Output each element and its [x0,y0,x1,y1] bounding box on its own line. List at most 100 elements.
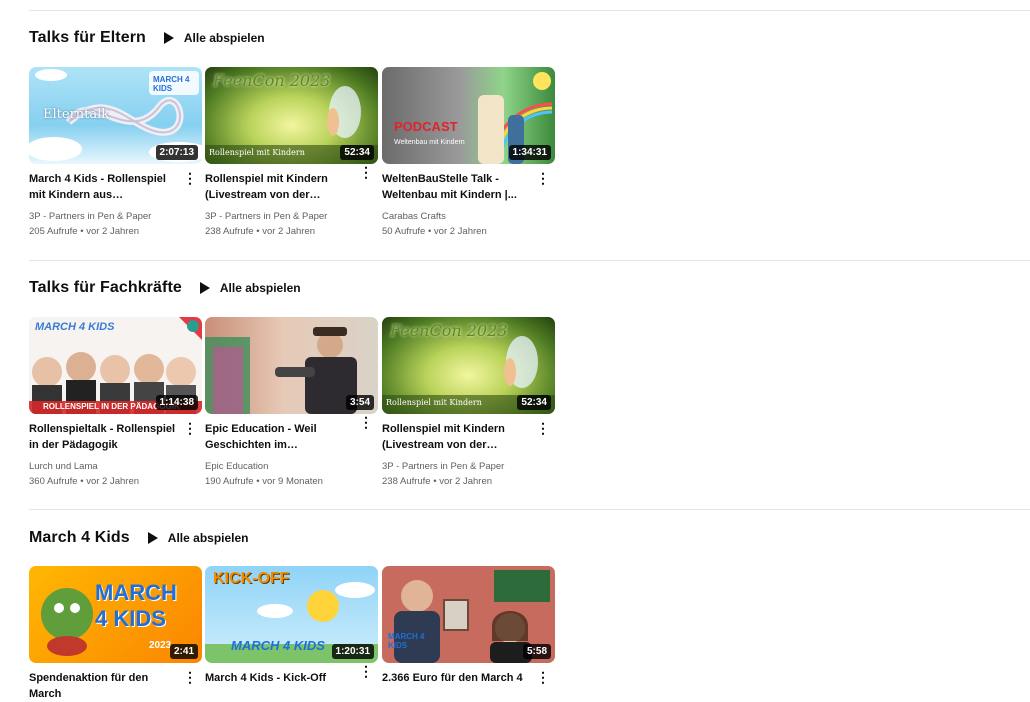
video-card[interactable]: PODCAST Weltenbau mit Kindern 1:34:31 We… [382,67,556,239]
video-title[interactable]: WeltenBauStelle Talk - Weltenbau mit Kin… [382,171,532,203]
view-count: 238 Aufrufe [205,226,254,237]
duration-badge: 2:41 [169,644,198,659]
video-thumbnail[interactable]: MARCH 4 KIDS 5:58 [382,566,555,663]
thumbnail-subcaption: Weltenbau mit Kindern [394,139,465,146]
channel-name[interactable]: Carabas Crafts [382,209,556,224]
video-thumbnail[interactable]: KICK-OFF MARCH 4 KIDS 1:20:31 [205,566,378,663]
duration-badge: 2:07:13 [155,145,198,160]
upload-age: vor 2 Jahren [262,226,316,237]
view-count: 190 Aufrufe [205,476,254,487]
kebab-menu-icon[interactable]: ⋮ [183,421,197,435]
video-thumbnail[interactable]: PODCAST Weltenbau mit Kindern 1:34:31 [382,67,555,164]
video-title[interactable]: March 4 Kids - Kick-Off [205,670,355,702]
video-card[interactable]: MARCH 4 KIDS 2023 2:41 Spendenaktion für… [29,566,203,702]
shelf-title[interactable]: March 4 Kids [29,529,130,547]
section-divider [29,509,1030,510]
play-all-label: Alle abspielen [167,531,249,545]
video-stats: 360 Aufrufe • vor 2 Jahren [29,476,140,487]
play-all-label: Alle abspielen [219,281,301,295]
play-all-button[interactable]: Alle abspielen [147,531,249,545]
kebab-menu-icon[interactable]: ⋮ [359,165,373,179]
video-card[interactable]: Elterntalk MARCH 4 KIDS 2:07:13 March 4 … [29,67,203,239]
video-thumbnail[interactable]: MARCH 4 KIDS 2023 2:41 [29,566,202,663]
kebab-menu-icon[interactable]: ⋮ [183,171,197,185]
kebab-menu-icon[interactable]: ⋮ [183,670,197,684]
video-title[interactable]: 2.366 Euro für den March 4 [382,670,532,702]
play-icon [199,282,210,294]
video-stats: 190 Aufrufe • vor 9 Monaten [205,476,323,487]
video-thumbnail[interactable]: MARCH 4 KIDS ROLLENSPIEL IN DER PÄDAGOGI… [29,317,202,414]
view-count: 205 Aufrufe [29,226,78,237]
thumbnail-logo-text: MARCH 4 KIDS [35,321,115,333]
video-stats: 50 Aufrufe • vor 2 Jahren [382,226,487,237]
play-all-button[interactable]: Alle abspielen [199,281,301,295]
video-stats: 238 Aufrufe • vor 2 Jahren [205,226,316,237]
play-all-button[interactable]: Alle abspielen [163,31,265,45]
thumbnail-logo-text: MARCH 4 KIDS [153,75,190,93]
video-card[interactable]: FeenCon 2023 Rollenspiel mit Kindern 52:… [205,67,379,239]
section-divider [29,10,1030,11]
thumbnail-year: 2023 [149,640,172,651]
kebab-menu-icon[interactable]: ⋮ [536,421,550,435]
channel-name[interactable]: Lurch und Lama [29,459,203,474]
view-count: 50 Aufrufe [382,226,426,237]
view-count: 360 Aufrufe [29,476,78,487]
video-stats: 205 Aufrufe • vor 2 Jahren [29,226,140,237]
video-thumbnail[interactable]: Elterntalk MARCH 4 KIDS 2:07:13 [29,67,202,164]
kebab-menu-icon[interactable]: ⋮ [359,664,373,678]
upload-age: vor 2 Jahren [439,476,493,487]
thumbnail-subcaption: Rollenspiel mit Kindern [209,148,305,157]
duration-badge: 52:34 [517,395,551,410]
kebab-menu-icon[interactable]: ⋮ [536,171,550,185]
thumbnail-logo-text: MARCH 4 KIDS [95,580,177,631]
shelf-header: Talks für Fachkräfte Alle abspielen [29,276,301,300]
video-thumbnail[interactable]: 3:54 [205,317,378,414]
video-card[interactable]: KICK-OFF MARCH 4 KIDS 1:20:31 March 4 Ki… [205,566,379,702]
shelf-title[interactable]: Talks für Fachkräfte [29,279,182,297]
thumbnail-caption: Elterntalk [43,107,110,122]
video-title[interactable]: Spendenaktion für den March [29,670,179,702]
shelf-header: March 4 Kids Alle abspielen [29,526,249,550]
video-card[interactable]: MARCH 4 KIDS 5:58 2.366 Euro für den Mar… [382,566,556,702]
kebab-menu-icon[interactable]: ⋮ [359,415,373,429]
channel-name[interactable]: 3P - Partners in Pen & Paper [382,459,556,474]
duration-badge: 52:34 [340,145,374,160]
thumbnail-caption: KICK-OFF [213,570,290,587]
channel-name[interactable]: Epic Education [205,459,379,474]
thumbnail-caption: PODCAST [394,119,458,134]
video-thumbnail[interactable]: FeenCon 2023 Rollenspiel mit Kindern 52:… [382,317,555,414]
duration-badge: 1:14:38 [155,395,198,410]
channel-name[interactable]: 3P - Partners in Pen & Paper [205,209,379,224]
thumbnail-logo-text: MARCH 4 KIDS [231,638,325,653]
video-card[interactable]: MARCH 4 KIDS ROLLENSPIEL IN DER PÄDAGOGI… [29,317,203,489]
play-icon [147,532,158,544]
video-title[interactable]: Rollenspiel mit Kindern (Livestream von … [382,421,532,453]
video-stats: 238 Aufrufe • vor 2 Jahren [382,476,493,487]
upload-age: vor 9 Monaten [262,476,323,487]
video-title[interactable]: Rollenspiel mit Kindern (Livestream von … [205,171,355,203]
thumbnail-caption: FeenCon 2023 [390,321,508,340]
shelf-title[interactable]: Talks für Eltern [29,29,146,47]
upload-age: vor 2 Jahren [433,226,487,237]
video-title[interactable]: March 4 Kids - Rollenspiel mit Kindern a… [29,171,179,203]
video-card[interactable]: FeenCon 2023 Rollenspiel mit Kindern 52:… [382,317,556,489]
thumbnail-caption: FeenCon 2023 [213,71,331,90]
thumbnail-logo-text: MARCH 4 KIDS [388,632,425,650]
duration-badge: 1:20:31 [331,644,374,659]
shelf-header: Talks für Eltern Alle abspielen [29,26,265,50]
duration-badge: 3:54 [345,395,374,410]
video-title[interactable]: Epic Education - Weil Geschichten im Ged… [205,421,355,453]
video-title[interactable]: Rollenspieltalk - Rollenspiel in der Päd… [29,421,179,453]
section-divider [29,260,1030,261]
kebab-menu-icon[interactable]: ⋮ [536,670,550,684]
channel-name[interactable]: 3P - Partners in Pen & Paper [29,209,203,224]
upload-age: vor 2 Jahren [86,226,140,237]
duration-badge: 1:34:31 [508,145,551,160]
upload-age: vor 2 Jahren [86,476,140,487]
duration-badge: 5:58 [522,644,551,659]
thumbnail-subcaption: Rollenspiel mit Kindern [386,398,482,407]
play-all-label: Alle abspielen [183,31,265,45]
play-icon [163,32,174,44]
video-card[interactable]: 3:54 Epic Education - Weil Geschichten i… [205,317,379,489]
video-thumbnail[interactable]: FeenCon 2023 Rollenspiel mit Kindern 52:… [205,67,378,164]
